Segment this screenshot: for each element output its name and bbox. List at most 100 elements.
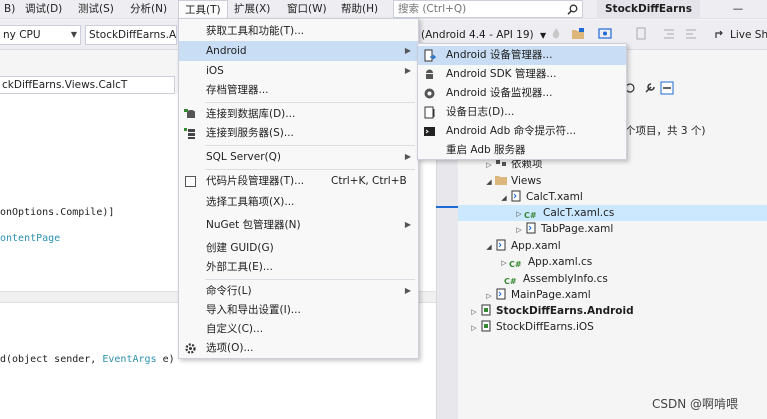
xaml-file-icon — [526, 222, 536, 234]
menu-item-get-tools[interactable]: 获取工具和功能(T)... — [179, 21, 418, 41]
menu-help[interactable]: 帮助(H) — [335, 0, 384, 19]
menu-item-label: 连接到数据库(D)... — [206, 108, 296, 120]
chevron-down-icon: ▼ — [539, 31, 547, 40]
csharp-file-icon: C# — [504, 277, 517, 286]
search-box — [393, 0, 583, 18]
expand-icon[interactable]: ▷ — [484, 288, 494, 304]
menu-item-device-monitor[interactable]: Android 设备监视器... — [418, 84, 626, 103]
menu-window[interactable]: 窗口(W) — [281, 0, 333, 19]
menu-item-sql-server[interactable]: SQL Server(Q) ▶ — [179, 147, 418, 167]
live-share-button[interactable]: Live Sha — [714, 25, 767, 45]
menu-item-device-manager[interactable]: Android 设备管理器... — [418, 46, 626, 65]
project-combo[interactable]: StockDiffEarns.An — [85, 25, 177, 45]
search-icon[interactable] — [567, 4, 578, 15]
menu-item-adb-prompt[interactable]: Android Adb 命令提示符... — [418, 122, 626, 141]
tree-node-app-xaml-cs[interactable]: ▷ C# App.xaml.cs — [499, 254, 592, 270]
tree-node-assemblyinfo[interactable]: C# AssemblyInfo.cs — [494, 271, 608, 287]
screen-icon[interactable] — [598, 27, 612, 41]
folder-icon — [495, 176, 507, 185]
outdent-icon[interactable] — [684, 27, 698, 41]
tree-node-views[interactable]: ◢ Views — [484, 173, 541, 189]
tree-node-mainpage-xaml[interactable]: ▷ MainPage.xaml — [484, 287, 591, 303]
document-tab-label: ckDiffEarns.Views.CalcT — [2, 79, 128, 91]
collapse-icon[interactable]: ◢ — [484, 239, 494, 255]
menu-item-archive-manager[interactable]: 存档管理器... — [179, 80, 418, 100]
search-input[interactable] — [394, 1, 560, 17]
tree-node-ios-project[interactable]: ▷ StockDiffEarns.iOS — [469, 319, 594, 335]
menu-tools[interactable]: 工具(T) — [178, 0, 228, 20]
menu-item-create-guid[interactable]: 创建 GUID(G) — [179, 238, 418, 258]
menu-item-label: Android 设备管理器... — [446, 49, 553, 61]
menu-item-sdk-manager[interactable]: Android SDK 管理器... — [418, 65, 626, 84]
document-icon[interactable] — [634, 27, 648, 41]
folder-icon[interactable] — [571, 27, 585, 41]
platform-value: ny CPU — [3, 29, 41, 41]
menu-item-restart-adb[interactable]: 重启 Adb 服务器 — [418, 141, 626, 160]
menu-item-device-log[interactable]: 设备日志(D)... — [418, 103, 626, 122]
document-tab[interactable]: ckDiffEarns.Views.CalcT — [0, 76, 175, 94]
sdk-manager-icon — [426, 69, 433, 79]
tree-node-calct-xaml-cs[interactable]: ▷ C# CalcT.xaml.cs — [458, 205, 767, 221]
share-icon — [715, 30, 723, 38]
tree-node-label: StockDiffEarns.iOS — [496, 321, 594, 333]
menu-item-snippet-manager[interactable]: 代码片段管理器(T)... Ctrl+K, Ctrl+B — [179, 171, 418, 191]
expand-icon[interactable]: ▷ — [514, 222, 524, 238]
menu-item-android[interactable]: Android ▶ — [179, 41, 418, 61]
menu-item-import-export[interactable]: 导入和导出设置(I)... — [179, 300, 418, 320]
collapse-icon[interactable]: ◢ — [484, 174, 494, 190]
menu-item-shortcut: Ctrl+K, Ctrl+B — [331, 175, 407, 187]
menu-debug[interactable]: 调试(D) — [19, 0, 68, 19]
android-target-combo[interactable]: (Android 4.4 - API 19) ▼ — [421, 25, 546, 45]
menu-item-external-tools[interactable]: 外部工具(E)... — [179, 257, 418, 277]
minimize-icon[interactable]: — — [728, 0, 748, 19]
menu-extensions[interactable]: 扩展(X) — [228, 0, 276, 19]
menu-test[interactable]: 测试(S) — [72, 0, 120, 19]
tree-node-tabpage-xaml[interactable]: ▷ TabPage.xaml — [514, 221, 613, 237]
preview-icon[interactable] — [660, 81, 674, 95]
chevron-right-icon: ▶ — [404, 152, 411, 161]
chevron-right-icon: ▶ — [404, 46, 411, 55]
csharp-file-icon: C# — [524, 211, 537, 220]
collapse-icon[interactable]: ◢ — [499, 190, 509, 206]
database-connect-icon — [184, 109, 195, 118]
device-log-icon — [424, 106, 435, 119]
project-icon — [481, 304, 491, 316]
menu-item-options[interactable]: 选项(O)... — [179, 338, 418, 358]
wrench-icon[interactable] — [644, 82, 656, 94]
tree-node-app-xaml[interactable]: ◢ App.xaml — [484, 238, 561, 254]
tree-node-calct-xaml[interactable]: ◢ CalcT.xaml — [499, 189, 583, 205]
chevron-right-icon: ▶ — [404, 220, 411, 229]
menu-item-connect-database[interactable]: 连接到数据库(D)... — [179, 104, 418, 124]
scroll-marker — [436, 206, 458, 208]
tree-node-android-project[interactable]: ▷ StockDiffEarns.Android — [469, 303, 634, 319]
csharp-file-icon: C# — [509, 260, 522, 269]
server-connect-icon — [184, 128, 195, 139]
indent-icon[interactable] — [662, 27, 676, 41]
menu-item-label: Android 设备监视器... — [446, 87, 553, 99]
expand-icon[interactable]: ▷ — [499, 255, 509, 271]
flame-icon[interactable] — [549, 27, 563, 41]
menu-item-label: iOS — [206, 65, 224, 77]
code-line: ontentPage — [0, 233, 61, 244]
device-monitor-icon — [424, 88, 435, 99]
platform-combo[interactable]: ny CPU ▼ — [0, 25, 81, 45]
menu-item-customize[interactable]: 自定义(C)... — [179, 319, 418, 339]
menu-item-label: 存档管理器... — [206, 84, 269, 96]
expand-icon[interactable]: ▷ — [469, 320, 479, 336]
expand-icon[interactable]: ▷ — [514, 206, 524, 222]
android-submenu: Android 设备管理器... Android SDK 管理器... Andr… — [417, 43, 627, 160]
code-token-type: EventArgs — [102, 354, 157, 365]
menu-item-label: 外部工具(E)... — [206, 261, 273, 273]
menu-item-label: 自定义(C)... — [206, 323, 264, 335]
menu-item-nuget[interactable]: NuGet 包管理器(N) ▶ — [179, 215, 418, 235]
menu-item-toolbox-items[interactable]: 选择工具箱项(X)... — [179, 192, 418, 212]
expand-icon[interactable]: ▷ — [469, 304, 479, 320]
menu-item-connect-server[interactable]: 连接到服务器(S)... — [179, 123, 418, 143]
device-manager-icon — [424, 49, 436, 62]
tree-node-label: StockDiffEarns.Android — [496, 305, 634, 317]
menu-analyze[interactable]: 分析(N) — [124, 0, 173, 19]
menu-item-ios[interactable]: iOS ▶ — [179, 61, 418, 81]
menu-item-command-line[interactable]: 命令行(L) ▶ — [179, 281, 418, 301]
menu-item-label: 命令行(L) — [206, 285, 252, 297]
menu-item-label: 选择工具箱项(X)... — [206, 196, 295, 208]
